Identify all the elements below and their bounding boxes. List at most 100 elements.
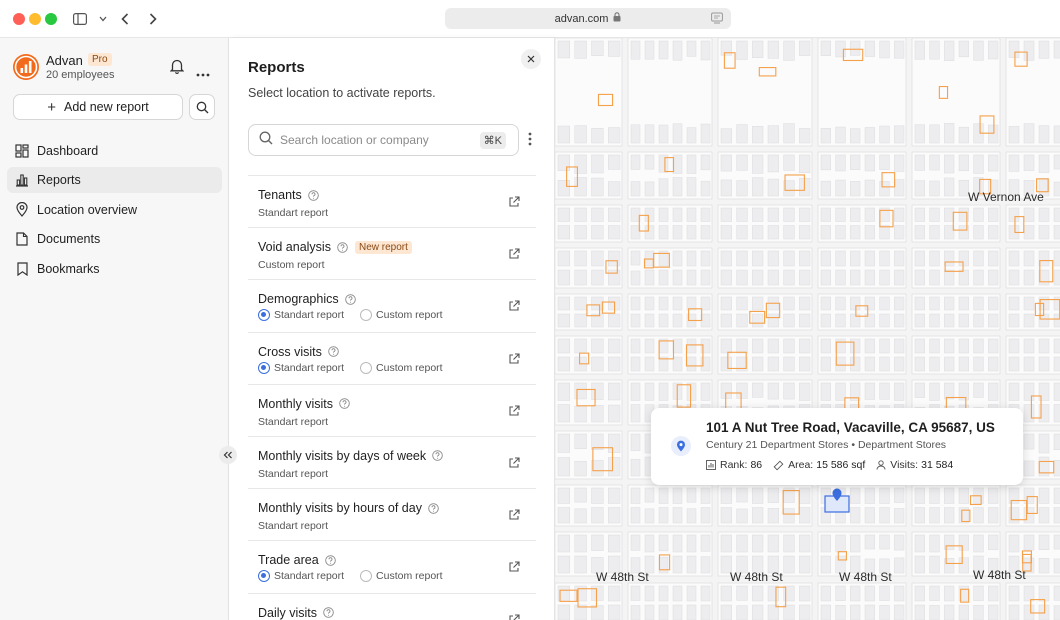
help-icon[interactable] xyxy=(337,241,348,253)
map-building xyxy=(591,207,604,222)
report-item-daily-visits[interactable]: Daily visits xyxy=(248,592,536,620)
map-building xyxy=(988,313,999,328)
map-building xyxy=(850,534,861,553)
map-building xyxy=(644,207,655,222)
report-item-tenants[interactable]: Tenants Standart report xyxy=(248,175,536,227)
map-building xyxy=(630,207,641,222)
report-item-cross-visits[interactable]: Cross visits Standart report Custom repo… xyxy=(248,331,536,384)
map-building xyxy=(557,555,570,574)
standart-report-radio[interactable]: Standart report xyxy=(258,361,344,374)
report-type: Custom report xyxy=(258,259,325,272)
location-search-input[interactable] xyxy=(280,133,480,147)
report-item-void-analysis[interactable]: Void analysis New report Custom report xyxy=(248,227,536,279)
help-icon[interactable] xyxy=(328,346,339,357)
reader-mode-icon[interactable] xyxy=(711,12,723,27)
location-popup[interactable]: 101 A Nut Tree Road, Vacaville, CA 95687… xyxy=(651,408,1023,485)
sidebar-toggle-icon[interactable] xyxy=(72,9,88,29)
window-minimize-button[interactable] xyxy=(29,13,41,25)
map-building xyxy=(1008,296,1020,311)
sidebar-search-button[interactable] xyxy=(189,94,215,120)
help-icon[interactable] xyxy=(432,450,443,462)
help-icon[interactable] xyxy=(428,502,439,514)
map-block xyxy=(817,293,907,331)
report-item-monthly-visits[interactable]: Monthly visits Standart report xyxy=(248,383,536,436)
address-bar[interactable]: advan.com xyxy=(445,8,731,29)
map-building xyxy=(835,207,846,222)
external-link-icon[interactable] xyxy=(508,195,520,213)
external-link-icon[interactable] xyxy=(508,247,520,265)
external-link-icon[interactable] xyxy=(508,560,520,578)
map-building xyxy=(944,313,955,328)
map-building xyxy=(864,179,875,197)
map-view[interactable] xyxy=(555,38,1060,620)
map-building xyxy=(630,338,641,354)
external-link-icon[interactable] xyxy=(508,613,520,620)
help-icon[interactable] xyxy=(339,398,350,410)
help-icon[interactable] xyxy=(344,294,356,305)
help-icon[interactable] xyxy=(308,189,319,201)
map-building xyxy=(1053,313,1060,328)
report-item-trade-area[interactable]: Trade area Standart report Custom report xyxy=(248,540,536,592)
map-building xyxy=(557,433,570,453)
custom-report-radio[interactable]: Custom report xyxy=(360,570,443,583)
map-building xyxy=(752,154,764,174)
sidebar-item-reports[interactable]: Reports xyxy=(7,167,222,194)
vertical-more-icon[interactable] xyxy=(528,132,532,151)
map-building xyxy=(894,225,905,240)
map-building xyxy=(1008,604,1020,620)
map-building xyxy=(958,269,969,286)
report-type: Standart report xyxy=(258,207,329,219)
help-icon[interactable] xyxy=(324,555,336,566)
map-building xyxy=(672,507,683,524)
sidebar-item-bookmarks[interactable]: Bookmarks xyxy=(7,256,222,282)
map-building xyxy=(879,296,890,311)
report-item-monthly-visits-by-days[interactable]: Monthly visits by days of week Standart … xyxy=(248,435,536,488)
help-icon[interactable] xyxy=(323,607,334,618)
map-building xyxy=(820,40,831,56)
back-arrow-icon[interactable] xyxy=(118,9,132,29)
standart-report-radio[interactable]: Standart report xyxy=(258,309,344,322)
map-building xyxy=(914,356,925,372)
chevron-down-icon[interactable] xyxy=(97,9,109,29)
location-search-field[interactable]: ⌘K xyxy=(248,124,519,156)
map-building xyxy=(879,181,890,197)
external-link-icon[interactable] xyxy=(508,352,520,370)
map-building xyxy=(591,40,604,56)
map-building xyxy=(1053,585,1060,601)
custom-report-radio[interactable]: Custom report xyxy=(360,309,443,322)
map-building xyxy=(864,250,875,267)
standart-report-radio[interactable]: Standart report xyxy=(258,570,344,583)
collapse-panel-button[interactable] xyxy=(219,446,237,464)
sidebar-item-dashboard[interactable]: Dashboard xyxy=(7,138,222,164)
report-item-demographics[interactable]: Demographics Standart report Custom repo… xyxy=(248,279,536,331)
map-building xyxy=(736,534,748,553)
map-block xyxy=(911,293,1001,331)
more-options-icon[interactable] xyxy=(196,64,210,82)
custom-report-radio[interactable]: Custom report xyxy=(360,361,443,374)
external-link-icon[interactable] xyxy=(508,404,520,422)
map-building xyxy=(879,507,890,524)
map-building xyxy=(574,125,587,144)
external-link-icon[interactable] xyxy=(508,456,520,474)
map-building xyxy=(767,225,779,240)
map-canvas[interactable] xyxy=(555,38,1060,620)
map-building xyxy=(574,250,587,267)
window-close-button[interactable] xyxy=(13,13,25,25)
report-item-monthly-visits-by-hours[interactable]: Monthly visits by hours of day Standart … xyxy=(248,488,536,540)
add-new-report-button[interactable]: + Add new report xyxy=(13,94,183,120)
map-building xyxy=(557,225,570,240)
map-building xyxy=(767,356,779,372)
window-maximize-button[interactable] xyxy=(45,13,57,25)
map-building xyxy=(672,154,683,174)
external-link-icon[interactable] xyxy=(508,508,520,526)
forward-arrow-icon[interactable] xyxy=(146,9,160,29)
sidebar-item-location-overview[interactable]: Location overview xyxy=(7,197,222,223)
close-panel-button[interactable] xyxy=(521,49,541,69)
external-link-icon[interactable] xyxy=(508,299,520,317)
sidebar-item-documents[interactable]: Documents xyxy=(7,226,222,252)
bell-icon[interactable] xyxy=(169,58,185,79)
map-building xyxy=(864,382,875,400)
map-building xyxy=(736,154,748,171)
map-building xyxy=(1053,207,1060,222)
map-building xyxy=(894,179,905,197)
